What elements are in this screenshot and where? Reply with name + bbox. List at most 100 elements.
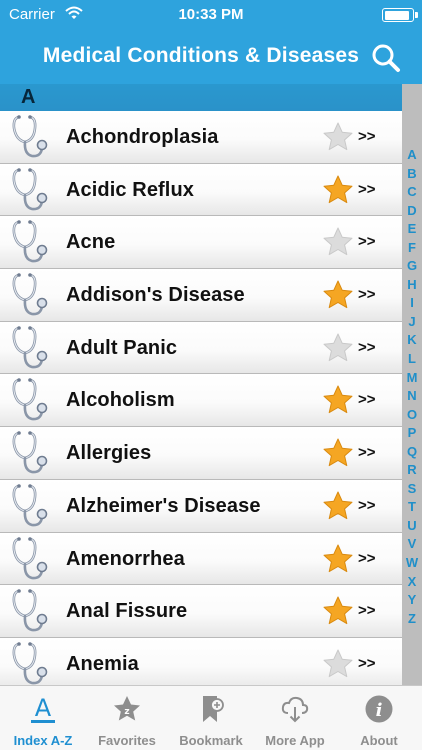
index-letter[interactable]: M <box>402 369 422 388</box>
disclosure-chevron: >> <box>358 128 376 145</box>
favorite-star-empty-icon[interactable] <box>322 332 354 364</box>
cloud-download-icon <box>280 694 310 724</box>
tab-label: More App <box>265 733 325 748</box>
favorite-star-filled-icon[interactable] <box>322 279 354 311</box>
index-letter[interactable]: Z <box>402 610 422 629</box>
battery-icon <box>382 8 418 22</box>
list-item[interactable]: Anal Fissure >> <box>0 585 402 638</box>
list-item[interactable]: Acidic Reflux >> <box>0 163 402 217</box>
stethoscope-icon <box>10 272 50 318</box>
stethoscope-icon <box>10 641 50 685</box>
stethoscope-icon <box>10 588 50 634</box>
favorite-star-filled-icon[interactable] <box>322 437 354 469</box>
favorite-star-filled-icon[interactable] <box>322 490 354 522</box>
index-letter[interactable]: U <box>402 517 422 536</box>
stethoscope-icon <box>10 430 50 476</box>
index-letter[interactable]: V <box>402 535 422 554</box>
favorite-star-filled-icon[interactable] <box>322 543 354 575</box>
clock: 10:33 PM <box>178 6 244 23</box>
tab-favorites[interactable]: z Favorites <box>85 686 169 750</box>
section-letter: A <box>21 86 36 108</box>
condition-name: Alzheimer's Disease <box>66 494 261 517</box>
index-letter[interactable]: S <box>402 480 422 499</box>
index-letter[interactable]: P <box>402 424 422 443</box>
index-letter[interactable]: Y <box>402 591 422 610</box>
stethoscope-icon <box>10 114 50 160</box>
tab-bar: A Index A-Z z Favorites Bookmark More App i Abo… <box>0 685 422 750</box>
index-letter[interactable]: G <box>402 257 422 276</box>
info-icon: i <box>364 694 394 724</box>
disclosure-chevron: >> <box>358 286 376 304</box>
section-header: A <box>0 84 402 111</box>
condition-name: Alcoholism <box>66 389 175 412</box>
favorite-star-filled-icon[interactable] <box>322 595 354 627</box>
stethoscope-icon <box>10 167 50 213</box>
disclosure-chevron: >> <box>358 233 376 251</box>
disclosure-chevron: >> <box>358 602 376 620</box>
alphabet-index[interactable]: ABCDEFGHIJKLMNOPQRSTUVWXYZ <box>402 84 422 685</box>
list-item[interactable]: Addison's Disease >> <box>0 269 402 322</box>
svg-text:i: i <box>376 700 383 721</box>
condition-name: Acne <box>66 231 116 254</box>
disclosure-chevron: >> <box>358 338 376 356</box>
list-item[interactable]: Amenorrhea >> <box>0 532 402 586</box>
tab-label: About <box>360 733 398 748</box>
condition-name: Adult Panic <box>66 336 178 359</box>
index-letter[interactable]: I <box>402 294 422 313</box>
index-letter[interactable]: A <box>402 146 422 165</box>
search-icon[interactable] <box>370 42 402 74</box>
list-item[interactable]: Allergies >> <box>0 427 402 480</box>
condition-name: Anal Fissure <box>66 600 188 623</box>
index-letter[interactable]: N <box>402 387 422 406</box>
stethoscope-icon <box>10 325 50 371</box>
list-item[interactable]: Acne >> <box>0 216 402 270</box>
index-letter[interactable]: W <box>402 554 422 573</box>
tab-label: Bookmark <box>179 733 243 748</box>
status-bar: Carrier 10:33 PM <box>0 0 422 30</box>
index-letter[interactable]: T <box>402 498 422 517</box>
stethoscope-icon <box>10 219 50 265</box>
stethoscope-icon <box>10 536 50 582</box>
index-letter[interactable]: X <box>402 573 422 592</box>
index-letter[interactable]: J <box>402 313 422 332</box>
favorites-star-icon: z <box>112 694 142 724</box>
tab-about[interactable]: i About <box>337 686 421 750</box>
favorite-star-empty-icon[interactable] <box>322 121 354 153</box>
disclosure-chevron: >> <box>358 496 376 514</box>
svg-text:A: A <box>35 694 52 722</box>
list-item[interactable]: Anemia >> <box>0 637 402 685</box>
favorite-star-empty-icon[interactable] <box>322 648 354 680</box>
favorite-star-empty-icon[interactable] <box>322 226 354 258</box>
disclosure-chevron: >> <box>358 391 376 409</box>
condition-name: Amenorrhea <box>66 547 185 570</box>
index-letter[interactable]: D <box>402 202 422 221</box>
conditions-list[interactable]: Achondroplasia >> Acidic Reflux >> Acne >> Add… <box>0 111 402 685</box>
index-letter[interactable]: B <box>402 165 422 184</box>
index-letter[interactable]: E <box>402 220 422 239</box>
index-letter[interactable]: F <box>402 239 422 258</box>
favorite-star-filled-icon[interactable] <box>322 174 354 206</box>
index-letter[interactable]: L <box>402 350 422 369</box>
page-title: Medical Conditions & Diseases <box>42 44 360 67</box>
list-item[interactable]: Alzheimer's Disease >> <box>0 479 402 533</box>
list-item[interactable]: Achondroplasia >> <box>0 111 402 164</box>
tab-index-a-z[interactable]: A Index A-Z <box>1 686 85 750</box>
list-item[interactable]: Adult Panic >> <box>0 321 402 375</box>
index-letter[interactable]: O <box>402 406 422 425</box>
list-item[interactable]: Alcoholism >> <box>0 374 402 428</box>
index-letter[interactable]: H <box>402 276 422 295</box>
index-letter[interactable]: C <box>402 183 422 202</box>
condition-name: Achondroplasia <box>66 126 219 148</box>
stethoscope-icon <box>10 483 50 529</box>
condition-name: Anemia <box>66 652 139 675</box>
favorite-star-filled-icon[interactable] <box>322 384 354 416</box>
disclosure-chevron: >> <box>358 654 376 672</box>
tab-bookmark[interactable]: Bookmark <box>169 686 253 750</box>
index-letter[interactable]: K <box>402 331 422 350</box>
tab-more-app[interactable]: More App <box>253 686 337 750</box>
tab-label: Index A-Z <box>13 733 73 748</box>
index-letter[interactable]: Q <box>402 443 422 462</box>
stethoscope-icon <box>10 377 50 423</box>
index-letter[interactable]: R <box>402 461 422 480</box>
index-az-icon: A <box>28 694 58 724</box>
